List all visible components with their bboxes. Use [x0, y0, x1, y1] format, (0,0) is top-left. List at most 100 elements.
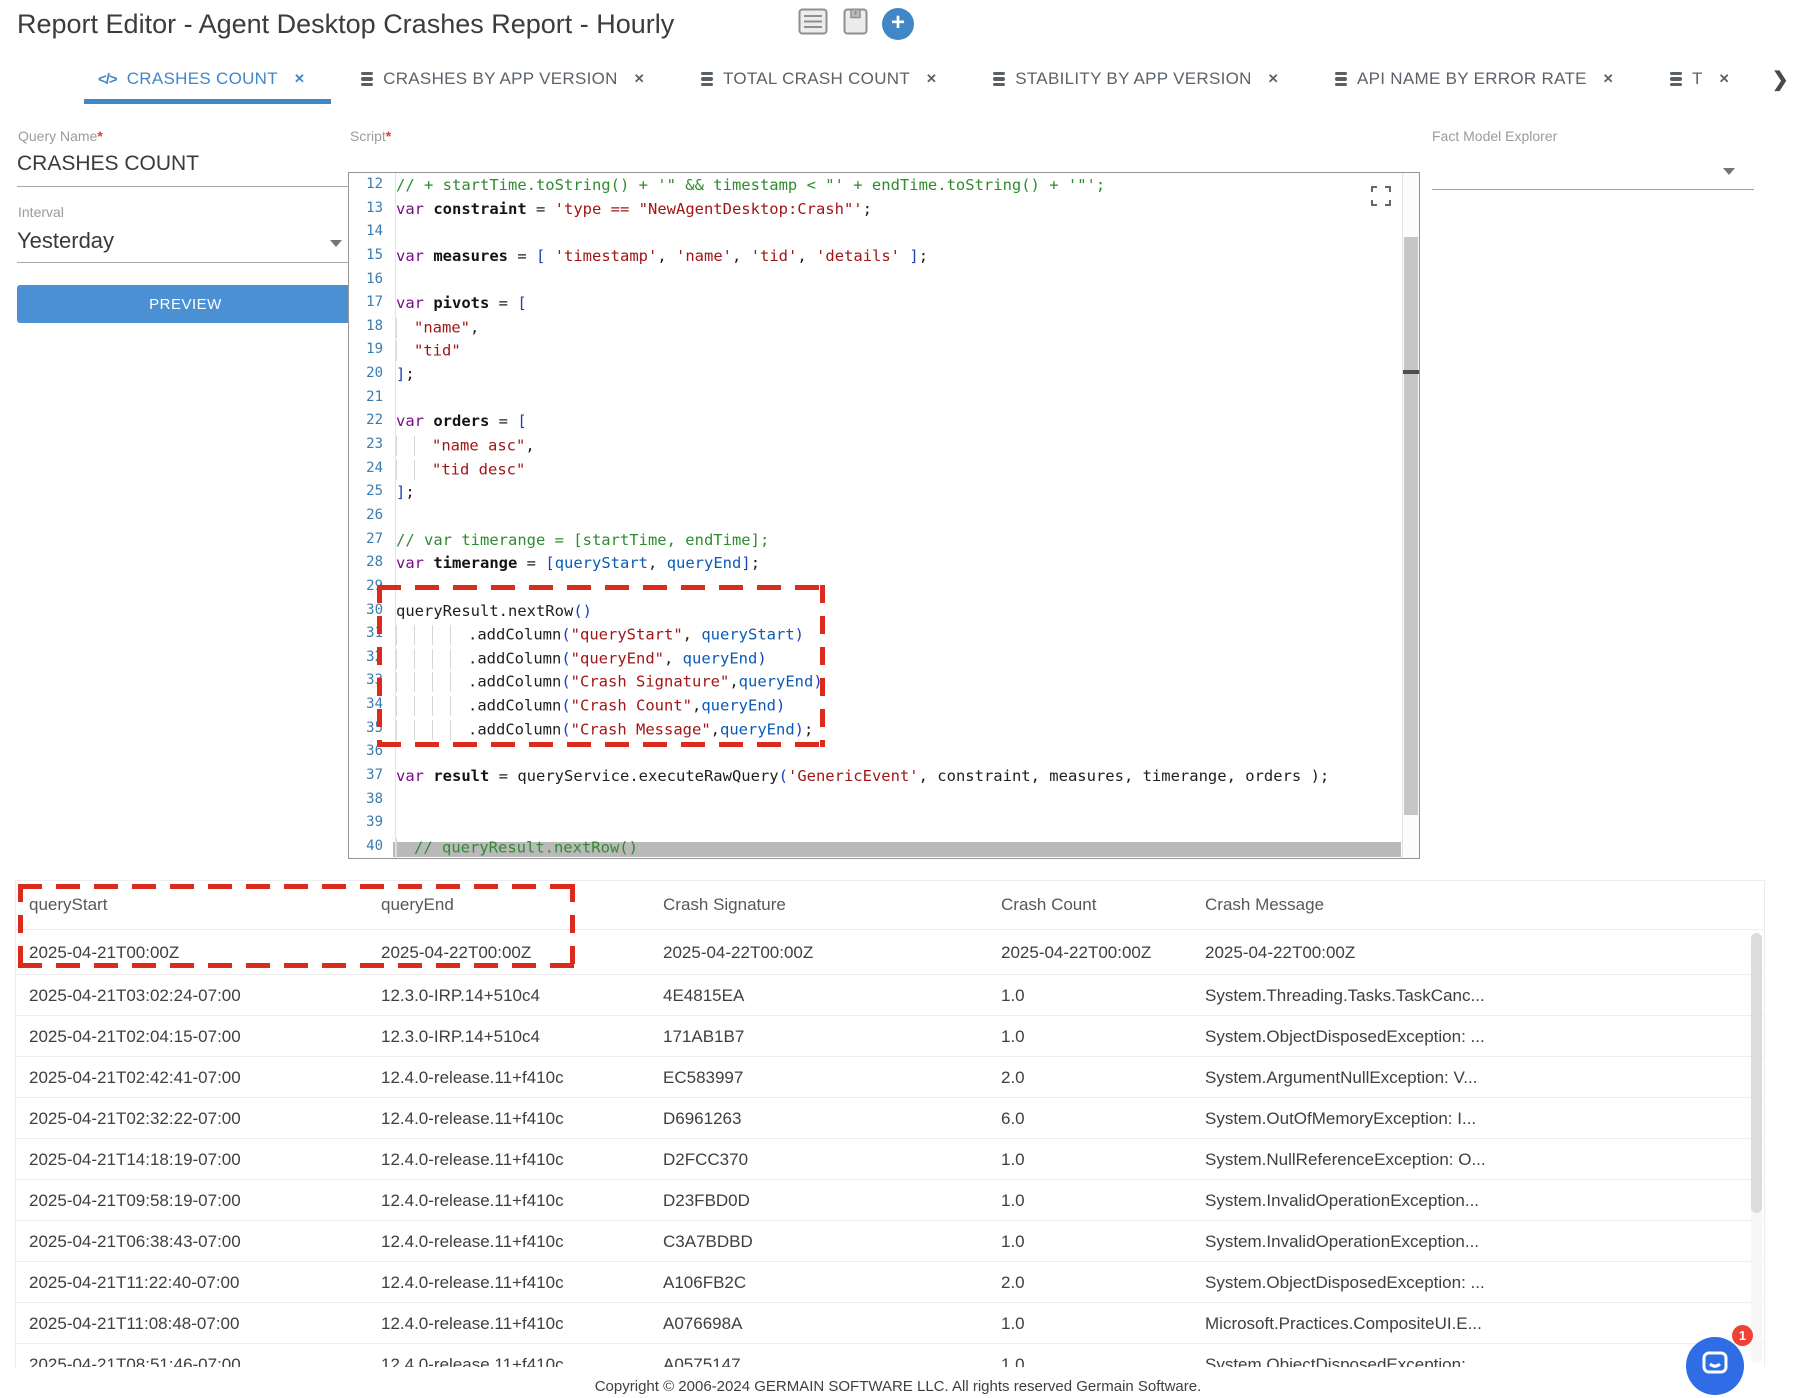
preview-button[interactable]: PREVIEW	[17, 285, 354, 323]
table-cell: 12.4.0-release.11+f410c	[381, 1303, 663, 1343]
tab-crashes-by-app-version[interactable]: CRASHES BY APP VERSION ✕	[361, 69, 647, 89]
table-cell: A076698A	[663, 1303, 1001, 1343]
query-name-input[interactable]: CRASHES COUNT	[17, 152, 199, 176]
table-row[interactable]: 2025-04-21T11:22:40-07:0012.4.0-release.…	[16, 1261, 1764, 1302]
table-cell: 1.0	[1001, 975, 1205, 1015]
table-cell: System.InvalidOperationException...	[1205, 1180, 1764, 1220]
line-number: 27	[349, 531, 383, 555]
table-cell: System.Threading.Tasks.TaskCanc...	[1205, 975, 1764, 1015]
code-line: var timerange = [queryStart, queryEnd];	[396, 554, 1401, 578]
table-cell: 12.4.0-release.11+f410c	[381, 1262, 663, 1302]
table-cell: 2025-04-22T00:00Z	[663, 930, 1001, 974]
save-report-icon	[843, 8, 868, 40]
table-cell: System.ObjectDisposedException: ...	[1205, 1016, 1764, 1056]
line-number: 15	[349, 247, 383, 271]
chevron-down-icon[interactable]	[330, 240, 342, 247]
table-cell: 12.4.0-release.11+f410c	[381, 1221, 663, 1261]
chat-launcher[interactable]	[1686, 1337, 1744, 1395]
line-number: 25	[349, 483, 383, 507]
editor-vertical-scrollbar[interactable]	[1402, 173, 1419, 858]
line-number: 23	[349, 436, 383, 460]
tab-crashes-count[interactable]: </>CRASHES COUNT✕	[98, 69, 307, 89]
code-line	[396, 389, 1401, 413]
code-line: var orders = [	[396, 412, 1401, 436]
code-line: ];	[396, 365, 1401, 389]
close-icon[interactable]: ✕	[292, 69, 307, 89]
close-icon[interactable]: ✕	[924, 69, 939, 89]
table-row[interactable]: 2025-04-21T02:32:22-07:0012.4.0-release.…	[16, 1097, 1764, 1138]
tab-label: CRASHES BY APP VERSION	[383, 69, 618, 89]
script-label: Script*	[350, 128, 391, 144]
table-scrollbar-thumb[interactable]	[1751, 933, 1762, 1213]
close-icon[interactable]: ✕	[632, 69, 647, 89]
dataset-icon	[1670, 72, 1682, 86]
tab-label: T	[1692, 69, 1703, 89]
editor-line-numbers: 1213141516171819202122232425262728293031…	[349, 176, 383, 862]
table-row[interactable]: 2025-04-21T06:38:43-07:0012.4.0-release.…	[16, 1220, 1764, 1261]
table-row[interactable]: 2025-04-21T11:08:48-07:0012.4.0-release.…	[16, 1302, 1764, 1343]
code-line: "name",	[396, 318, 1401, 342]
script-editor[interactable]: 1213141516171819202122232425262728293031…	[348, 172, 1420, 859]
indent-guide	[396, 649, 414, 669]
editor-code-area[interactable]: // + startTime.toString() + '" && timest…	[396, 176, 1401, 862]
table-cell: 2025-04-21T06:38:43-07:00	[29, 1221, 381, 1261]
table-cell: 2025-04-21T02:32:22-07:00	[29, 1098, 381, 1138]
report-list-button[interactable]	[798, 10, 828, 38]
indent-guide	[396, 318, 414, 338]
table-cell: 1.0	[1001, 1139, 1205, 1179]
tab-stability-by-app-version[interactable]: STABILITY BY APP VERSION✕	[993, 69, 1281, 89]
table-cell: 2025-04-21T08:51:46-07:00	[29, 1344, 381, 1367]
copyright-footer: Copyright © 2006-2024 GERMAIN SOFTWARE L…	[0, 1378, 1796, 1395]
table-row[interactable]: 2025-04-21T09:58:19-07:0012.4.0-release.…	[16, 1179, 1764, 1220]
tab-t[interactable]: T✕	[1670, 69, 1732, 89]
table-cell: 2.0	[1001, 1057, 1205, 1097]
indent-guide	[414, 696, 432, 716]
chevron-down-icon[interactable]	[1723, 168, 1735, 175]
table-row[interactable]: 2025-04-21T03:02:24-07:0012.3.0-IRP.14+5…	[16, 974, 1764, 1015]
indent-guide	[450, 625, 468, 645]
fullscreen-icon[interactable]	[1371, 186, 1391, 211]
indent-guide	[432, 649, 450, 669]
table-cell: System.OutOfMemoryException: I...	[1205, 1098, 1764, 1138]
tab-total-crash-count[interactable]: TOTAL CRASH COUNT ✕	[701, 69, 939, 89]
tab-label: TOTAL CRASH COUNT	[723, 69, 910, 89]
line-number: 21	[349, 389, 383, 413]
interval-underline	[17, 262, 353, 263]
tab-scroll-right-icon[interactable]: ❯	[1772, 67, 1789, 92]
table-cell: 12.4.0-release.11+f410c	[381, 1344, 663, 1367]
code-line: queryResult.nextRow()	[396, 602, 1401, 626]
dataset-icon	[701, 72, 713, 86]
code-line	[396, 814, 1401, 838]
line-number: 16	[349, 271, 383, 295]
table-cell: System.NullReferenceException: O...	[1205, 1139, 1764, 1179]
tab-api-name-by-error-rate[interactable]: API NAME BY ERROR RATE✕	[1335, 69, 1616, 89]
line-number: 38	[349, 791, 383, 815]
close-icon[interactable]: ✕	[1266, 69, 1281, 89]
close-icon[interactable]: ✕	[1717, 69, 1732, 89]
indent-guide	[396, 460, 414, 480]
table-row[interactable]: 2025-04-21T08:51:46-07:0012.4.0-release.…	[16, 1343, 1764, 1367]
table-row[interactable]: 2025-04-21T02:04:15-07:0012.3.0-IRP.14+5…	[16, 1015, 1764, 1056]
add-query-button[interactable]: +	[882, 8, 914, 40]
report-list-icon	[798, 8, 828, 40]
indent-guide	[396, 672, 414, 692]
table-row[interactable]: 2025-04-21T14:18:19-07:0012.4.0-release.…	[16, 1138, 1764, 1179]
code-line: .addColumn("Crash Count",queryEnd)	[396, 696, 1401, 720]
close-icon[interactable]: ✕	[1601, 69, 1616, 89]
table-row[interactable]: 2025-04-21T02:42:41-07:0012.4.0-release.…	[16, 1056, 1764, 1097]
interval-label: Interval	[18, 204, 64, 220]
code-line: // var timerange = [startTime, endTime];	[396, 531, 1401, 555]
save-report-button[interactable]	[840, 10, 870, 38]
table-cell: System.InvalidOperationException...	[1205, 1221, 1764, 1261]
code-line: // queryResult.nextRow()	[396, 838, 1401, 862]
dataset-icon	[993, 72, 1005, 86]
indent-guide	[432, 672, 450, 692]
table-cell: EC583997	[663, 1057, 1001, 1097]
fact-model-select[interactable]	[1432, 150, 1754, 190]
table-cell: System.ArgumentNullException: V...	[1205, 1057, 1764, 1097]
indent-guide	[432, 625, 450, 645]
interval-select[interactable]: Yesterday	[17, 228, 114, 254]
table-cell: 1.0	[1001, 1303, 1205, 1343]
dataset-icon	[361, 72, 373, 86]
editor-scrollbar-thumb[interactable]	[1404, 237, 1418, 815]
